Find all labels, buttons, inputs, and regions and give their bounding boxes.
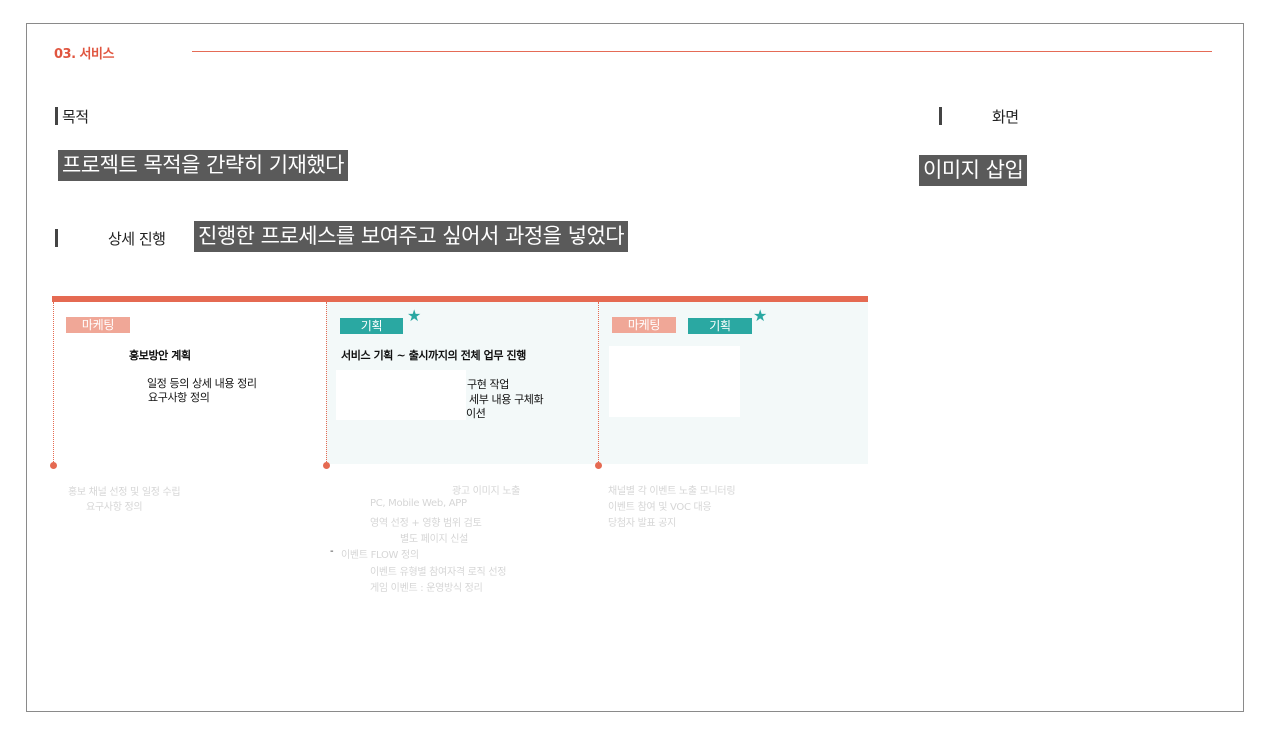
column-3-dot xyxy=(595,462,602,469)
tag-marketing: 마케팅 xyxy=(66,317,130,333)
column-2-line: 이션 xyxy=(466,407,486,420)
section-label: 03. 서비스 xyxy=(54,47,114,62)
star-icon: ★ xyxy=(407,306,422,325)
star-icon: ★ xyxy=(753,306,768,325)
purpose-bar-mark xyxy=(55,107,58,125)
column-2-line: 구현 작업 xyxy=(467,378,509,391)
faded-text: 홍보 채널 선정 및 일정 수립 xyxy=(68,487,181,498)
column-1-line: 요구사항 정의 xyxy=(148,391,210,404)
screen-bar-mark xyxy=(939,107,942,125)
purpose-label: 목적 xyxy=(62,108,89,126)
tag-planning: 기획 xyxy=(340,318,403,334)
faded-text: 당첨자 발표 공지 xyxy=(608,518,677,529)
faded-text: 영역 선정 + 영향 범위 검토 xyxy=(370,518,482,529)
faded-text: 이벤트 참여 및 VOC 대응 xyxy=(608,502,712,513)
detail-label: 상세 진행 xyxy=(108,230,166,248)
faded-text: 이벤트 FLOW 정의 xyxy=(341,550,419,561)
column-1-dot xyxy=(50,462,57,469)
purpose-note: 프로젝트 목적을 간략히 기재했다 xyxy=(58,150,349,181)
column-1-divider xyxy=(53,302,54,464)
column-3-image-box xyxy=(609,346,740,417)
column-2-divider xyxy=(326,302,327,464)
tag-marketing: 마케팅 xyxy=(612,317,676,333)
detail-bar-mark xyxy=(55,229,58,247)
faded-text: 이벤트 유형별 참여자격 로직 선정 xyxy=(370,567,507,578)
column-2-dot xyxy=(323,462,330,469)
faded-text: 별도 페이지 신설 xyxy=(400,534,469,545)
faded-text: 광고 이미지 노출 xyxy=(452,486,521,497)
faded-text: 게임 이벤트 : 운영방식 정리 xyxy=(370,583,483,594)
faded-text: 채널별 각 이벤트 노출 모니터링 xyxy=(608,486,736,497)
faded-text: 요구사항 정의 xyxy=(86,502,143,513)
screen-label: 화면 xyxy=(992,108,1019,126)
tag-planning: 기획 xyxy=(688,318,752,334)
screen-note: 이미지 삽입 xyxy=(919,155,1028,186)
column-1-title: 홍보방안 계획 xyxy=(129,349,191,362)
column-3-divider xyxy=(598,302,599,464)
column-2-image-box xyxy=(336,370,466,420)
detail-note: 진행한 프로세스를 보여주고 싶어서 과정을 넣었다 xyxy=(194,221,629,252)
header-rule xyxy=(192,51,1212,52)
process-table: 마케팅 홍보방안 계획 일정 등의 상세 내용 정리 요구사항 정의 기획 ★ … xyxy=(50,296,868,469)
list-dash: - xyxy=(330,546,334,557)
faded-text: PC, Mobile Web, APP xyxy=(370,498,467,509)
column-2-title: 서비스 기획 ~ 출시까지의 전체 업무 진행 xyxy=(341,349,526,362)
